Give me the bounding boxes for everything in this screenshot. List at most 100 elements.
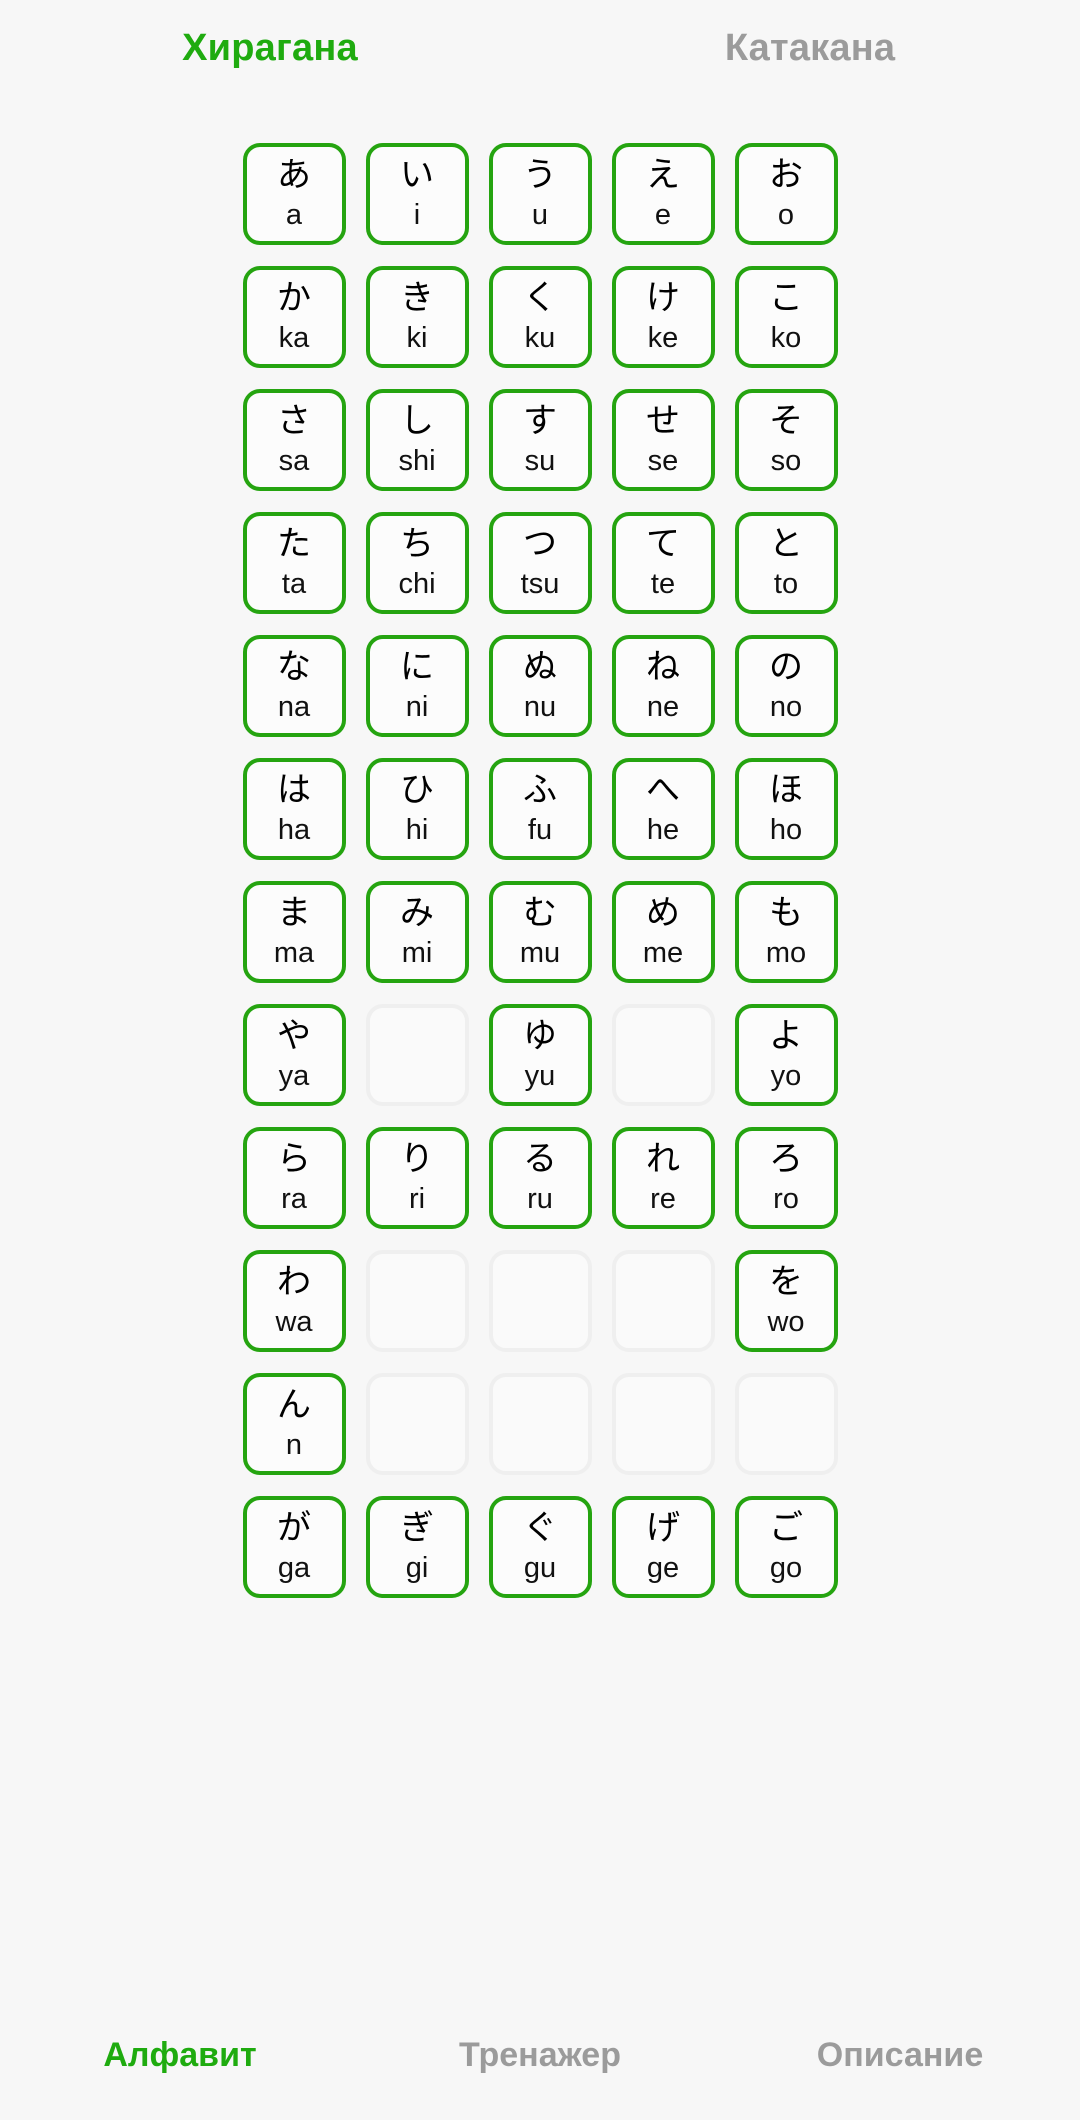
kana-character: ぐ <box>523 1508 557 1548</box>
kana-card-hi[interactable]: ひ hi <box>365 758 469 860</box>
kana-card-u[interactable]: うu <box>488 143 592 245</box>
kana-card-ta[interactable]: た ta <box>242 512 346 614</box>
kana-card-nu[interactable]: ぬ nu <box>488 635 592 737</box>
kana-card-sa[interactable]: さ sa <box>242 389 346 491</box>
kana-card-no[interactable]: の no <box>734 635 838 737</box>
kana-character: ち <box>400 524 434 564</box>
kana-card-ke[interactable]: け ke <box>611 266 715 368</box>
kana-card-ma[interactable]: ま ma <box>242 881 346 983</box>
kana-character: せ <box>646 401 680 441</box>
script-tab-bar: Хирагана Катакана <box>0 0 1080 96</box>
script-tab-katakana[interactable]: Катакана <box>540 0 1080 96</box>
kana-card-ko[interactable]: こ ko <box>734 266 838 368</box>
kana-character: な <box>277 647 311 687</box>
kana-romaji: fu <box>527 814 553 846</box>
kana-romaji: ro <box>773 1183 799 1215</box>
kana-card-su[interactable]: す su <box>488 389 592 491</box>
kana-character: み <box>400 893 434 933</box>
kana-card-ni[interactable]: に ni <box>365 635 469 737</box>
kana-romaji: ki <box>406 322 428 354</box>
kana-card-to[interactable]: と to <box>734 512 838 614</box>
kana-card-ha[interactable]: は ha <box>242 758 346 860</box>
kana-card-shi[interactable]: し shi <box>365 389 469 491</box>
kana-romaji: se <box>647 445 679 477</box>
kana-character: ふ <box>523 770 557 810</box>
kana-character: て <box>646 524 680 564</box>
kana-romaji: nu <box>523 691 557 723</box>
kana-card-gu[interactable]: ぐ gu <box>488 1496 592 1598</box>
kana-romaji: ni <box>405 691 429 723</box>
kana-card-empty <box>611 1004 715 1106</box>
kana-card-fu[interactable]: ふ fu <box>488 758 592 860</box>
kana-card-yo[interactable]: よ yo <box>734 1004 838 1106</box>
kana-character: め <box>646 893 680 933</box>
kana-card-ne[interactable]: ね ne <box>611 635 715 737</box>
kana-card-ho[interactable]: ほ ho <box>734 758 838 860</box>
kana-character: む <box>523 893 557 933</box>
kana-character: く <box>523 278 557 318</box>
kana-card-me[interactable]: め me <box>611 881 715 983</box>
kana-romaji: yo <box>770 1060 802 1092</box>
kana-character: け <box>646 278 680 318</box>
kana-card-ri[interactable]: り ri <box>365 1127 469 1229</box>
kana-card-ra[interactable]: ら ra <box>242 1127 346 1229</box>
kana-card-wo[interactable]: を wo <box>734 1250 838 1352</box>
kana-character: た <box>277 524 311 564</box>
kana-card-gi[interactable]: ぎ gi <box>365 1496 469 1598</box>
kana-character: よ <box>769 1016 803 1056</box>
kana-card-so[interactable]: そ so <box>734 389 838 491</box>
kana-character: ね <box>646 647 680 687</box>
kana-card-a[interactable]: あa <box>242 143 346 245</box>
script-tab-hiragana[interactable]: Хирагана <box>0 0 540 96</box>
kana-character: ひ <box>400 770 434 810</box>
kana-card-ro[interactable]: ろ ro <box>734 1127 838 1229</box>
kana-card-mu[interactable]: む mu <box>488 881 592 983</box>
kana-romaji: gi <box>405 1552 429 1584</box>
kana-card-ka[interactable]: か ka <box>242 266 346 368</box>
kana-character: げ <box>646 1508 680 1548</box>
kana-card-ru[interactable]: る ru <box>488 1127 592 1229</box>
kana-card-mo[interactable]: も mo <box>734 881 838 983</box>
kana-romaji: shi <box>398 445 436 477</box>
kana-card-chi[interactable]: ち chi <box>365 512 469 614</box>
kana-card-n[interactable]: んn <box>242 1373 346 1475</box>
kana-card-mi[interactable]: み mi <box>365 881 469 983</box>
kana-card-o[interactable]: おo <box>734 143 838 245</box>
kana-romaji: ke <box>647 322 679 354</box>
nav-item-description[interactable]: Описание <box>720 1990 1080 2120</box>
kana-card-go[interactable]: ご go <box>734 1496 838 1598</box>
kana-card-ge[interactable]: げ ge <box>611 1496 715 1598</box>
kana-character: へ <box>646 770 680 810</box>
kana-card-ga[interactable]: が ga <box>242 1496 346 1598</box>
kana-romaji: ko <box>770 322 802 354</box>
kana-romaji: ho <box>769 814 803 846</box>
kana-card-empty <box>365 1373 469 1475</box>
kana-card-ku[interactable]: く ku <box>488 266 592 368</box>
kana-character: わ <box>277 1262 311 1302</box>
kana-romaji: me <box>642 937 684 969</box>
kana-character: が <box>277 1508 311 1548</box>
kana-card-na[interactable]: な na <box>242 635 346 737</box>
kana-grid: あ a い i う u え e お o か ka き ki く ku け ke こ ko さ sa し shi す su せ se そ s… <box>0 96 1080 1619</box>
kana-card-tsu[interactable]: つ tsu <box>488 512 592 614</box>
kana-character: か <box>277 278 311 318</box>
nav-item-trainer[interactable]: Тренажер <box>360 1990 720 2120</box>
kana-card-e[interactable]: えe <box>611 143 715 245</box>
kana-card-ya[interactable]: や ya <box>242 1004 346 1106</box>
kana-character: と <box>769 524 803 564</box>
kana-card-re[interactable]: れ re <box>611 1127 715 1229</box>
nav-item-alphabet[interactable]: Алфавит <box>0 1990 360 2120</box>
kana-character: あ <box>277 155 311 195</box>
kana-grid-scroll-area[interactable]: あ a い i う u え e お o か ka き ki く ku け ke こ ko さ sa し shi す su せ se そ s… <box>0 96 1080 1990</box>
kana-romaji: ha <box>277 814 311 846</box>
kana-card-wa[interactable]: わ wa <box>242 1250 346 1352</box>
kana-character: ゆ <box>523 1016 557 1056</box>
kana-card-te[interactable]: て te <box>611 512 715 614</box>
kana-card-yu[interactable]: ゆ yu <box>488 1004 592 1106</box>
kana-character: り <box>400 1139 434 1179</box>
kana-romaji: ku <box>524 322 556 354</box>
kana-card-ki[interactable]: き ki <box>365 266 469 368</box>
kana-card-he[interactable]: へ he <box>611 758 715 860</box>
kana-card-se[interactable]: せ se <box>611 389 715 491</box>
kana-card-i[interactable]: いi <box>365 143 469 245</box>
